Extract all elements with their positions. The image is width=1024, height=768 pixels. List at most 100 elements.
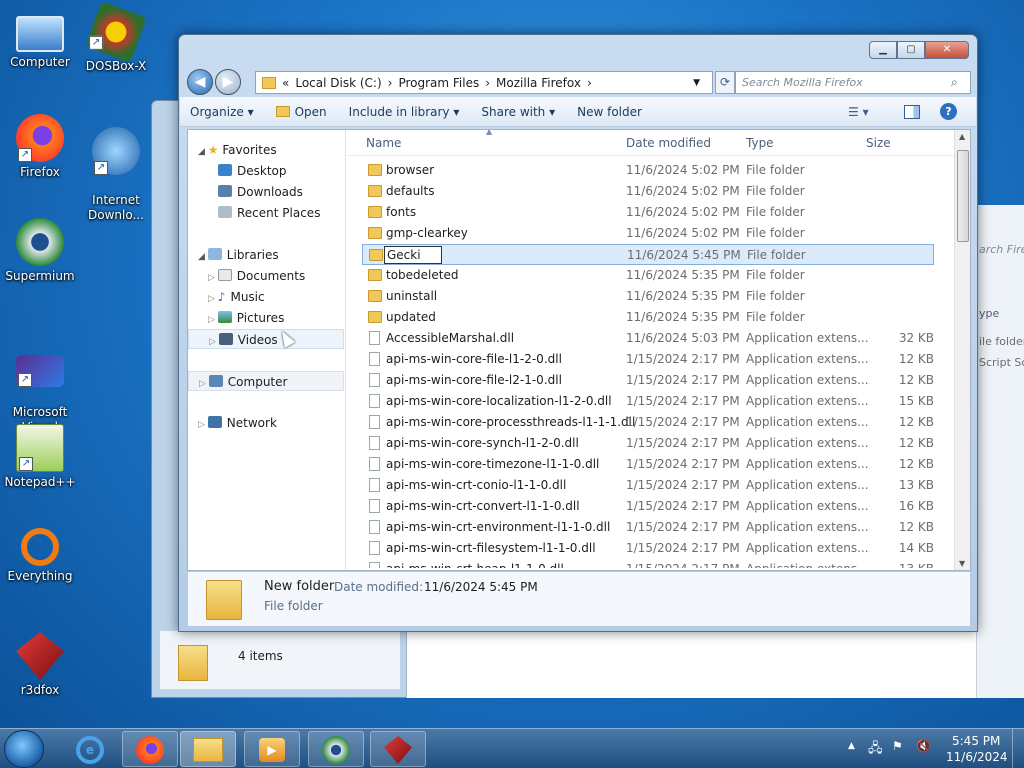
- forward-button[interactable]: ▶: [215, 69, 241, 95]
- file-name: api-ms-win-core-file-l1-2-0.dll: [386, 352, 562, 366]
- desktop-icon-firefox[interactable]: ↗ Firefox: [2, 114, 78, 180]
- desktop-icon-supermium[interactable]: Supermium: [2, 218, 78, 284]
- refresh-button[interactable]: ⟳: [715, 71, 735, 94]
- close-button[interactable]: ✕: [925, 41, 969, 59]
- open-button[interactable]: Open: [295, 105, 327, 119]
- minimize-button[interactable]: ▁: [869, 41, 897, 59]
- file-row[interactable]: updated 11/6/2024 5:35 PM File folder: [362, 307, 934, 328]
- flag-icon[interactable]: ⚑: [892, 739, 903, 753]
- scroll-up-icon[interactable]: ▲: [959, 132, 965, 141]
- new-folder-button[interactable]: New folder: [577, 105, 642, 119]
- network-icon[interactable]: 🖧: [868, 739, 883, 761]
- file-row[interactable]: api-ms-win-core-file-l2-1-0.dll 1/15/2024…: [362, 370, 934, 391]
- file-row[interactable]: gmp-clearkey 11/6/2024 5:02 PM File folder: [362, 223, 934, 244]
- preview-pane-icon[interactable]: [904, 104, 920, 119]
- address-dropdown-icon[interactable]: ▼: [693, 78, 700, 88]
- file-row[interactable]: api-ms-win-core-synch-l1-2-0.dll 1/15/202…: [362, 433, 934, 454]
- desktop-icon-everything[interactable]: Everything: [2, 528, 78, 584]
- organize-button[interactable]: Organize ▾: [190, 105, 254, 119]
- nav-recent-places[interactable]: Recent Places: [218, 203, 320, 223]
- column-header-name[interactable]: Name: [366, 136, 401, 150]
- explorer-window[interactable]: ▁ ▢ ✕ ◀ ▶ « Local Disk (C:) › Program Fi…: [178, 34, 978, 632]
- taskbar-supermium[interactable]: [308, 731, 364, 767]
- file-row[interactable]: browser 11/6/2024 5:02 PM File folder: [362, 160, 934, 181]
- folder-icon: [178, 645, 208, 681]
- dll-file-icon: [369, 520, 380, 534]
- file-type: Application extens...: [746, 478, 869, 492]
- nav-network[interactable]: ▷ Network: [198, 413, 277, 433]
- address-bar[interactable]: « Local Disk (C:) › Program Files › Mozi…: [255, 71, 713, 94]
- breadcrumb-local-disk[interactable]: Local Disk (C:): [295, 76, 381, 90]
- maximize-button[interactable]: ▢: [897, 41, 925, 59]
- help-icon[interactable]: ?: [940, 103, 957, 120]
- desktop-icon-r3dfox[interactable]: r3dfox: [2, 632, 78, 698]
- navigation-pane[interactable]: ◢ ★ Favorites Desktop Downloads Recent P…: [188, 130, 346, 570]
- back-button[interactable]: ◀: [187, 69, 213, 95]
- file-date: 11/6/2024 5:35 PM: [626, 289, 740, 303]
- clock-date[interactable]: 11/6/2024: [946, 750, 1008, 764]
- file-row[interactable]: api-ms-win-core-file-l1-2-0.dll 1/15/2024…: [362, 349, 934, 370]
- taskbar-internet-explorer[interactable]: e: [62, 731, 118, 767]
- breadcrumb-separator[interactable]: ›: [485, 76, 490, 90]
- file-row[interactable]: defaults 11/6/2024 5:02 PM File folder: [362, 181, 934, 202]
- column-header-type[interactable]: Type: [746, 136, 774, 150]
- nav-desktop[interactable]: Desktop: [218, 161, 287, 181]
- nav-downloads[interactable]: Downloads: [218, 182, 303, 202]
- file-row[interactable]: fonts 11/6/2024 5:02 PM File folder: [362, 202, 934, 223]
- file-row[interactable]: tobedeleted 11/6/2024 5:35 PM File folder: [362, 265, 934, 286]
- nav-music[interactable]: ▷ ♪ Music: [208, 287, 265, 307]
- column-header-size[interactable]: Size: [866, 136, 891, 150]
- file-row[interactable]: api-ms-win-crt-filesystem-l1-1-0.dll 1/15…: [362, 538, 934, 559]
- file-row[interactable]: uninstall 11/6/2024 5:35 PM File folder: [362, 286, 934, 307]
- file-type: File folder: [747, 248, 806, 262]
- show-hidden-icons[interactable]: ▲: [848, 741, 855, 751]
- nav-favorites[interactable]: ◢ ★ Favorites: [198, 140, 277, 160]
- volume-muted-icon[interactable]: 🔇: [916, 739, 931, 753]
- nav-documents[interactable]: ▷ Documents: [208, 266, 305, 286]
- scroll-down-icon[interactable]: ▼: [959, 559, 965, 568]
- file-row[interactable]: api-ms-win-core-timezone-l1-1-0.dll 1/15/…: [362, 454, 934, 475]
- breadcrumb-separator[interactable]: ›: [587, 76, 592, 90]
- taskbar-r3dfox[interactable]: [370, 731, 426, 767]
- taskbar-media-player[interactable]: ▶: [244, 731, 300, 767]
- desktop-icon-internet-download[interactable]: ↗ Internet Downlo...: [78, 112, 154, 223]
- details-date-label: Date modified:: [334, 580, 424, 594]
- column-header-date[interactable]: Date modified: [626, 136, 711, 150]
- desktop-icon-computer[interactable]: Computer: [2, 10, 78, 70]
- nav-pictures[interactable]: ▷ Pictures: [208, 308, 284, 328]
- nav-libraries[interactable]: ◢ Libraries: [198, 245, 279, 265]
- taskbar-firefox[interactable]: [122, 731, 178, 767]
- clock-time[interactable]: 5:45 PM: [952, 734, 1000, 748]
- file-row[interactable]: Gecki 11/6/2024 5:45 PM File folder: [362, 244, 934, 265]
- breadcrumb-program-files[interactable]: Program Files: [398, 76, 479, 90]
- view-options-icon[interactable]: ☰ ▾: [848, 105, 869, 119]
- search-input[interactable]: Search Mozilla Firefox: [735, 71, 971, 94]
- desktop-icon-notepadpp[interactable]: ↗ Notepad++: [2, 424, 78, 490]
- file-row[interactable]: api-ms-win-crt-environment-l1-1-0.dll 1/1…: [362, 517, 934, 538]
- nav-videos[interactable]: ▷ Videos: [188, 329, 344, 349]
- desktop-icon-dosbox[interactable]: ↗ DOSBox-X: [78, 1, 154, 74]
- file-date: 11/6/2024 5:02 PM: [626, 163, 740, 177]
- nav-computer[interactable]: ▷ Computer: [188, 371, 344, 391]
- breadcrumb-mozilla-firefox[interactable]: Mozilla Firefox: [496, 76, 581, 90]
- firefox-icon: ↗: [16, 114, 64, 162]
- rename-input[interactable]: Gecki: [384, 246, 442, 264]
- file-row[interactable]: AccessibleMarshal.dll 11/6/2024 5:03 PM Ap…: [362, 328, 934, 349]
- vertical-scrollbar[interactable]: ▲ ▼: [954, 130, 970, 570]
- file-date: 11/6/2024 5:03 PM: [626, 331, 740, 345]
- address-overflow-chevron[interactable]: «: [282, 76, 289, 90]
- taskbar-explorer[interactable]: [180, 731, 236, 767]
- scroll-thumb[interactable]: [957, 150, 969, 242]
- file-row[interactable]: api-ms-win-core-localization-l1-2-0.dll 1…: [362, 391, 934, 412]
- show-desktop-button[interactable]: [1012, 729, 1024, 768]
- breadcrumb-separator[interactable]: ›: [388, 76, 393, 90]
- share-with-button[interactable]: Share with ▾: [481, 105, 555, 119]
- file-row[interactable]: api-ms-win-crt-heap-l1-1-0.dll 1/15/2024 …: [362, 559, 934, 568]
- file-date: 1/15/2024 2:17 PM: [626, 478, 740, 492]
- include-in-library-button[interactable]: Include in library ▾: [349, 105, 460, 119]
- file-row[interactable]: api-ms-win-core-processthreads-l1-1-1.dl…: [362, 412, 934, 433]
- file-list[interactable]: browser 11/6/2024 5:02 PM File folder defau…: [348, 160, 954, 568]
- file-row[interactable]: api-ms-win-crt-conio-l1-1-0.dll 1/15/2024…: [362, 475, 934, 496]
- start-button[interactable]: [4, 730, 44, 768]
- file-row[interactable]: api-ms-win-crt-convert-l1-1-0.dll 1/15/20…: [362, 496, 934, 517]
